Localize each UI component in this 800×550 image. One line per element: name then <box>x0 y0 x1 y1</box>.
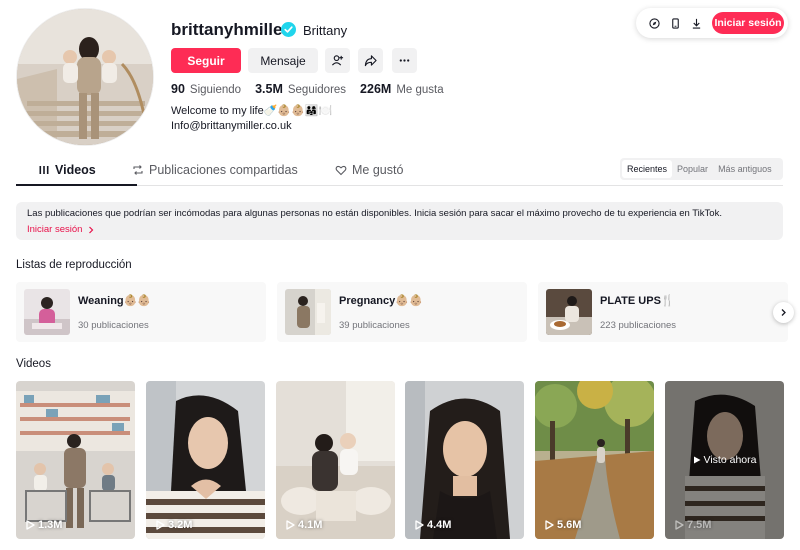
video-views: 4.1M <box>286 519 322 531</box>
video-card[interactable]: 1.3M <box>16 381 135 539</box>
playlist-title: Pregnancy👶🏼👶🏼 <box>339 295 423 307</box>
sort-oldest[interactable]: Más antiguos <box>713 160 777 178</box>
playlist-thumbnail <box>546 289 592 335</box>
video-card[interactable]: 3.2M <box>146 381 265 539</box>
tab-liked-label: Me gustó <box>352 163 404 177</box>
playlist-count: 39 publicaciones <box>339 320 410 331</box>
play-icon <box>693 456 701 464</box>
restricted-content-notice: Las publicaciones que podrían ser incómo… <box>16 202 783 240</box>
tab-videos-label: Videos <box>55 163 96 177</box>
phone-icon[interactable] <box>665 13 685 33</box>
heart-icon <box>335 165 347 176</box>
view-count: 4.4M <box>427 519 452 531</box>
playlist-count: 30 publicaciones <box>78 320 149 331</box>
play-icon <box>675 520 684 530</box>
video-thumbnail <box>146 381 265 539</box>
following-label: Siguiendo <box>189 84 242 96</box>
view-count: 4.1M <box>298 519 323 531</box>
playlist-card[interactable]: Weaning👶🏼👶🏼 30 publicaciones <box>16 282 266 342</box>
playlist-title: PLATE UPS🍴 <box>600 295 675 307</box>
play-icon <box>415 520 424 530</box>
nickname: Brittany <box>303 23 348 38</box>
play-icon <box>545 520 554 530</box>
active-tab-indicator <box>16 184 137 186</box>
repost-icon <box>133 165 143 175</box>
more-icon <box>399 59 410 62</box>
login-button[interactable]: Iniciar sesión <box>712 12 784 34</box>
video-views: 3.2M <box>156 519 192 531</box>
video-views: 5.6M <box>545 519 581 531</box>
following-count: 90 <box>171 82 185 96</box>
sort-popular[interactable]: Popular <box>672 160 713 178</box>
likes-label: Me gusta <box>396 84 444 96</box>
view-count: 3.2M <box>168 519 193 531</box>
followers-label: Seguidores <box>287 84 347 96</box>
tab-liked[interactable]: Me gustó <box>335 163 403 177</box>
play-icon <box>286 520 295 530</box>
view-count: 1.3M <box>38 519 63 531</box>
playlists-title: Listas de reproducción <box>16 259 132 271</box>
videos-title: Videos <box>16 358 51 370</box>
playlist-card[interactable]: Pregnancy👶🏼👶🏼 39 publicaciones <box>277 282 527 342</box>
following-stat[interactable]: 90 Siguiendo <box>171 82 241 96</box>
video-views: 1.3M <box>26 519 62 531</box>
video-thumbnail <box>276 381 395 539</box>
bio: Welcome to my life🍼👶🏼👶🏼👨‍👩‍👧🍽️ Info@brit… <box>171 104 332 134</box>
follow-button[interactable]: Seguir <box>171 48 241 73</box>
video-views: 4.4M <box>415 519 451 531</box>
video-thumbnail <box>535 381 654 539</box>
compass-icon[interactable] <box>644 13 664 33</box>
more-button[interactable] <box>392 48 417 73</box>
tab-reposts[interactable]: Publicaciones compartidas <box>132 163 298 177</box>
notice-login-link[interactable]: Iniciar sesión <box>27 224 772 235</box>
video-views: 7.5M <box>675 519 711 531</box>
grid-icon <box>39 166 49 174</box>
sort-recent[interactable]: Recientes <box>622 160 673 178</box>
play-icon <box>26 520 35 530</box>
username: brittanyhmiller <box>171 20 290 39</box>
tab-reposts-label: Publicaciones compartidas <box>149 163 298 177</box>
video-card[interactable]: 4.4M <box>405 381 524 539</box>
sort-toggle: Recientes Popular Más antiguos <box>620 158 783 180</box>
top-actions: Iniciar sesión <box>636 8 788 38</box>
followers-count: 3.5M <box>255 82 283 96</box>
likes-count: 226M <box>360 82 392 96</box>
watched-overlay: Visto ahora <box>665 381 784 539</box>
watched-label: Visto ahora <box>693 454 757 466</box>
notice-login-label: Iniciar sesión <box>27 224 83 235</box>
tab-videos[interactable]: Videos <box>38 163 96 177</box>
share-button[interactable] <box>358 48 383 73</box>
view-count: 7.5M <box>687 519 712 531</box>
profile-stats: 90 Siguiendo 3.5M Seguidores 226M Me gus… <box>171 82 458 96</box>
chevron-right-icon <box>781 309 786 316</box>
video-card-watched[interactable]: Visto ahora 7.5M <box>665 381 784 539</box>
followers-stat[interactable]: 3.5M Seguidores <box>255 82 346 96</box>
video-card[interactable]: 5.6M <box>535 381 654 539</box>
playlist-thumbnail <box>285 289 331 335</box>
playlists-next-button[interactable] <box>773 302 794 323</box>
notice-text: Las publicaciones que podrían ser incómo… <box>27 208 722 219</box>
bio-email: Info@brittanymiller.co.uk <box>171 120 292 132</box>
message-button[interactable]: Mensaje <box>248 48 318 73</box>
play-icon <box>156 520 165 530</box>
share-icon <box>364 55 377 67</box>
add-friend-icon <box>331 55 344 66</box>
verified-badge-icon <box>281 22 296 37</box>
video-thumbnail <box>405 381 524 539</box>
download-icon[interactable] <box>686 13 706 33</box>
video-card[interactable]: 4.1M <box>276 381 395 539</box>
avatar <box>16 8 154 146</box>
view-count: 5.6M <box>557 519 582 531</box>
bio-line: Welcome to my life🍼👶🏼👶🏼👨‍👩‍👧🍽️ <box>171 105 333 117</box>
watched-text: Visto ahora <box>703 454 757 466</box>
playlist-thumbnail <box>24 289 70 335</box>
suggested-accounts-button[interactable] <box>325 48 350 73</box>
playlist-card[interactable]: PLATE UPS🍴 223 publicaciones <box>538 282 788 342</box>
playlist-title: Weaning👶🏼👶🏼 <box>78 295 152 307</box>
playlist-count: 223 publicaciones <box>600 320 677 331</box>
likes-stat: 226M Me gusta <box>360 82 444 96</box>
video-thumbnail <box>16 381 135 539</box>
chevron-right-icon <box>89 226 94 233</box>
